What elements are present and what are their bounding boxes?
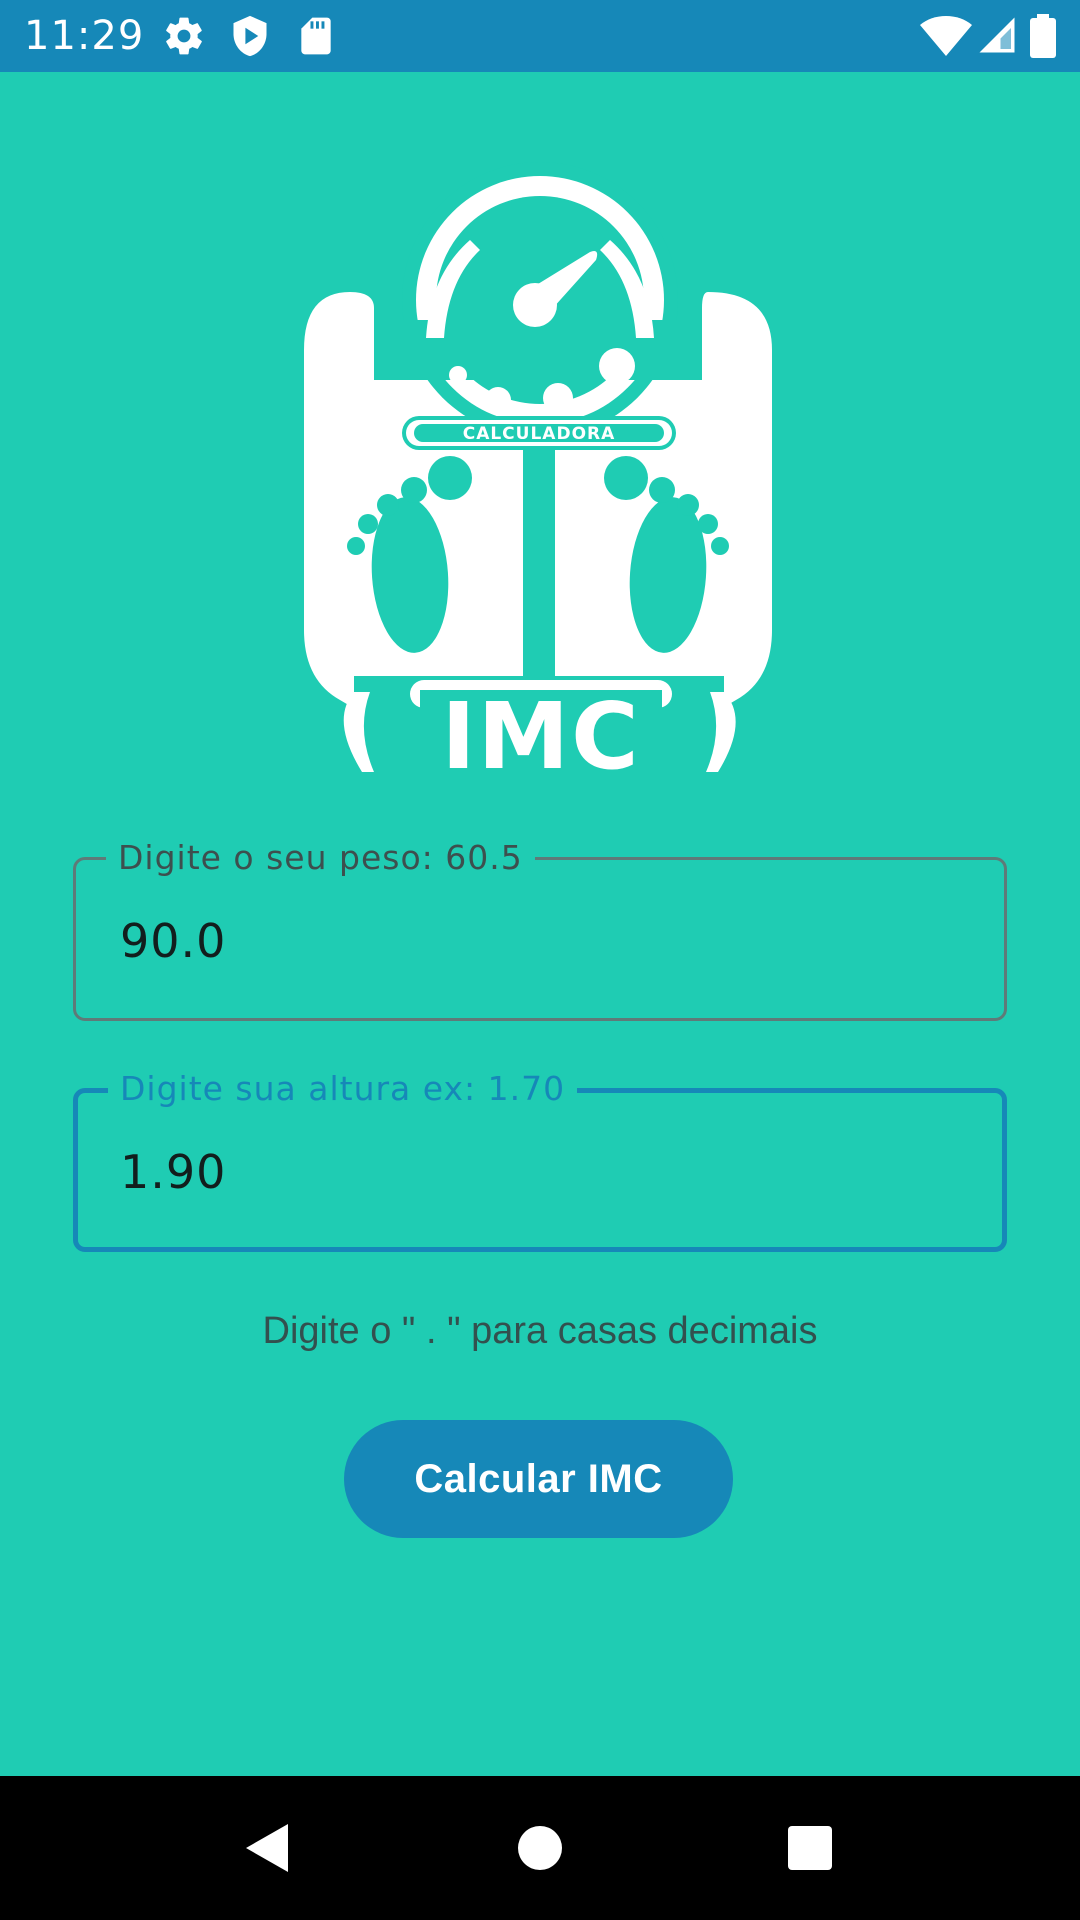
battery-icon bbox=[1030, 14, 1056, 58]
gear-icon bbox=[166, 17, 202, 55]
recents-icon[interactable] bbox=[760, 1798, 860, 1898]
decimal-hint: Digite o " . " para casas decimais bbox=[262, 1310, 818, 1352]
sd-card-icon bbox=[301, 17, 331, 55]
weight-field[interactable]: Digite o seu peso: 60.5 bbox=[73, 838, 1007, 1021]
logo-main-text: IMC bbox=[441, 683, 640, 780]
shield-play-icon bbox=[233, 15, 267, 57]
weight-input[interactable] bbox=[120, 914, 920, 968]
height-field-label: Digite sua altura ex: 1.70 bbox=[108, 1069, 578, 1109]
cellular-signal-icon bbox=[979, 17, 1015, 53]
height-field[interactable]: Digite sua altura ex: 1.70 bbox=[73, 1069, 1007, 1252]
weight-field-label: Digite o seu peso: 60.5 bbox=[106, 838, 535, 878]
logo-top-text: CALCULADORA bbox=[463, 424, 616, 444]
app-screen: 11:29 CALCULADORA IMC Digite o seu peso:… bbox=[0, 0, 1080, 1920]
back-icon[interactable] bbox=[218, 1798, 318, 1898]
calculate-bmi-button[interactable]: Calcular IMC bbox=[344, 1420, 733, 1538]
app-logo: CALCULADORA IMC bbox=[304, 162, 772, 780]
home-icon[interactable] bbox=[490, 1798, 590, 1898]
status-time: 11:29 bbox=[24, 13, 145, 59]
height-input[interactable] bbox=[120, 1145, 920, 1199]
status-bar: 11:29 bbox=[0, 0, 1080, 72]
bathroom-scale-icon: CALCULADORA IMC bbox=[304, 162, 772, 780]
navigation-bar bbox=[0, 1776, 1080, 1920]
wifi-icon bbox=[920, 16, 972, 56]
